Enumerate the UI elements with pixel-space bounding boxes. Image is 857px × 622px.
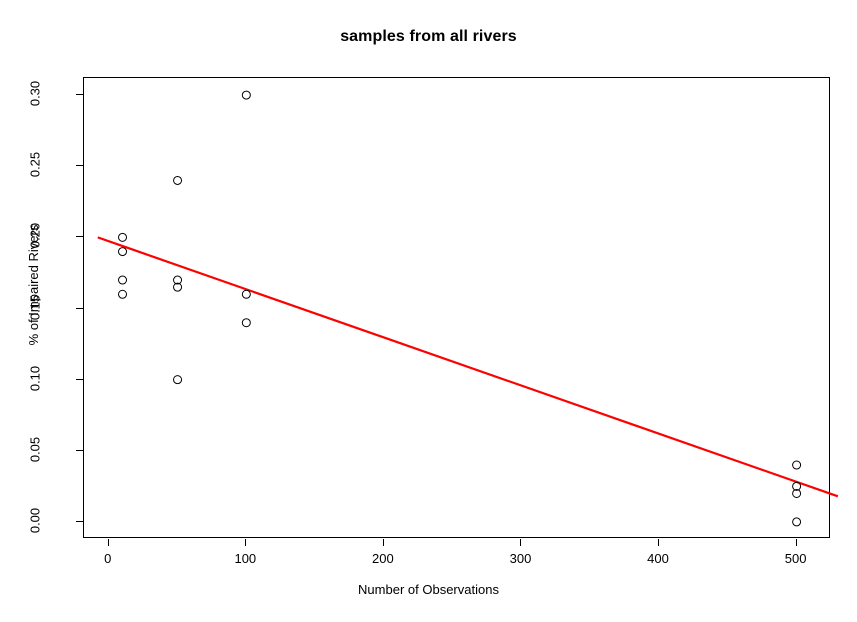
data-point: [118, 232, 128, 242]
y-axis-tick-label: 0.05: [27, 414, 43, 484]
y-axis-tick-label: 0.15: [27, 272, 43, 342]
plot-canvas: [97, 90, 839, 527]
data-point: [241, 289, 251, 299]
x-axis-tick-mark: [658, 539, 660, 546]
x-axis-tick-label: 100: [234, 551, 257, 566]
data-point: [241, 318, 251, 328]
y-axis-tick-mark: [76, 307, 83, 309]
y-axis-tick-label: 0.20: [27, 201, 43, 271]
y-axis-tick-label: 0.00: [27, 485, 43, 555]
data-point: [173, 375, 183, 385]
y-axis-tick-label-text: 0.10: [27, 365, 43, 391]
data-points-group: [118, 90, 802, 527]
y-axis-tick-mark: [76, 94, 83, 96]
y-axis-tick-label: 0.10: [27, 343, 43, 413]
x-axis-tick-label: 300: [509, 551, 532, 566]
chart-title: samples from all rivers: [340, 28, 517, 45]
y-axis-tick-label-text: 0.15: [27, 294, 43, 320]
data-point: [173, 175, 183, 185]
y-axis-tick-label-text: 0.05: [27, 436, 43, 462]
x-axis-tick-label: 200: [372, 551, 394, 566]
x-axis-tick-mark: [245, 539, 247, 546]
y-axis-tick-label: 0.25: [27, 130, 43, 200]
data-point: [118, 289, 128, 299]
x-axis-tick-label: 0: [104, 551, 112, 566]
y-axis-tick-mark: [76, 236, 83, 238]
scatter-plot-figure: samples from all rivers % of Impaired Ri…: [0, 0, 857, 622]
y-axis-tick-mark: [76, 449, 83, 451]
y-axis-tick-label-text: 0.20: [27, 223, 43, 249]
y-axis-tick-mark: [76, 520, 83, 522]
data-point: [792, 517, 802, 527]
data-point: [118, 275, 128, 285]
x-axis-tick-mark: [107, 539, 109, 546]
y-axis-tick-label-text: 0.25: [27, 152, 43, 178]
x-axis-tick-mark: [382, 539, 384, 546]
x-axis-label: Number of Observations: [358, 582, 499, 597]
plot-area: [83, 77, 839, 538]
x-axis-tick-mark: [520, 539, 522, 546]
data-point: [118, 247, 128, 257]
y-axis-tick-label-text: 0.00: [27, 507, 43, 534]
data-point: [241, 90, 251, 100]
x-axis-tick-label: 500: [784, 551, 807, 566]
y-axis-tick-mark: [76, 165, 83, 167]
x-axis-tick-label: 400: [647, 551, 669, 566]
x-axis-tick-mark: [795, 539, 797, 546]
y-axis-tick-label: 0.30: [27, 59, 43, 129]
y-axis-tick-label-text: 0.30: [27, 80, 43, 107]
y-axis-tick-mark: [76, 378, 83, 380]
regression-trend-line: [97, 236, 839, 498]
data-point: [792, 460, 802, 470]
